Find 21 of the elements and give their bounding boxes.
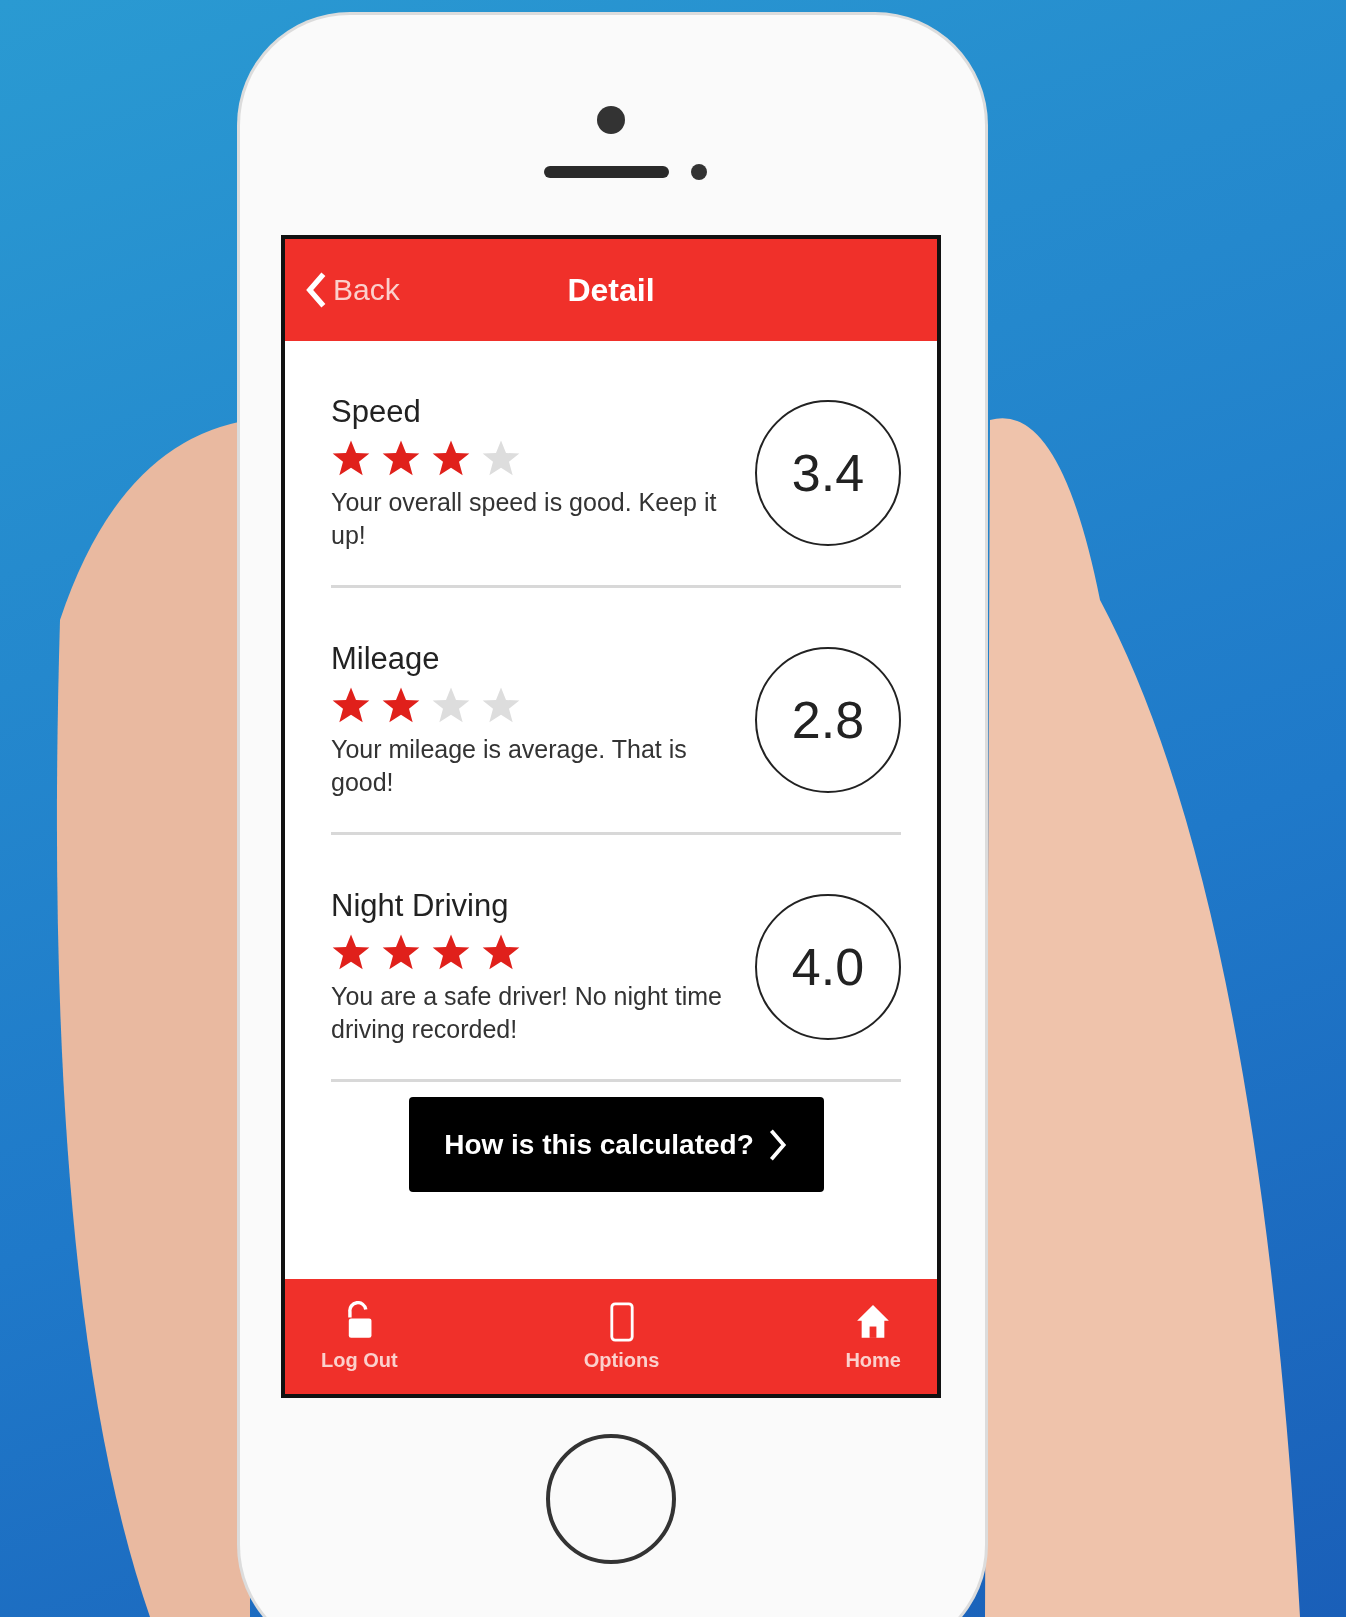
- camera-icon: [597, 106, 625, 134]
- tab-item[interactable]: Home: [839, 1279, 907, 1394]
- score-title: Night Driving: [331, 888, 510, 924]
- speaker-icon: [543, 166, 669, 178]
- tab-item[interactable]: Log Out: [315, 1279, 404, 1394]
- home-button[interactable]: [546, 1434, 676, 1564]
- calculation-button[interactable]: How is this calculated?: [408, 1097, 824, 1192]
- back-button[interactable]: Back: [285, 271, 400, 309]
- chevron-left-icon: [305, 271, 327, 309]
- score-title: Mileage: [331, 641, 441, 677]
- score-description: Your overall speed is good. Keep it up!: [331, 487, 718, 551]
- chevron-right-icon: [767, 1127, 788, 1162]
- score-description: You are a safe driver! No night time driving recorded!: [331, 981, 723, 1045]
- screen-title: Detail: [567, 271, 655, 309]
- score-circle: 3.4: [755, 400, 901, 546]
- tab-item[interactable]: Options: [577, 1279, 666, 1394]
- score-circle: 4.0: [755, 894, 901, 1040]
- score-title: Speed: [331, 394, 422, 430]
- score-circle: 2.8: [755, 647, 901, 793]
- score-description: Your mileage is average. That is good!: [331, 734, 688, 798]
- sensor-icon: [690, 164, 707, 180]
